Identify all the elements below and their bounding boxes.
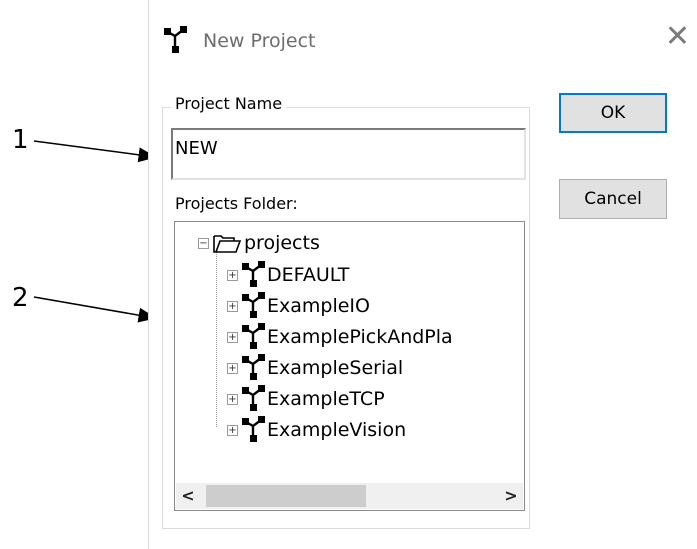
new-project-dialog: New Project ✕ Project Name NEW Projects …: [148, 0, 697, 549]
title-bar: New Project ✕: [149, 0, 697, 78]
tree-item[interactable]: + ExampleTCP: [227, 385, 385, 413]
collapse-icon[interactable]: −: [198, 237, 209, 249]
projects-folder-label: Projects Folder:: [175, 194, 298, 213]
dialog-title: New Project: [203, 30, 316, 52]
arrow-1: [33, 140, 157, 163]
callout-1: 1: [12, 125, 29, 155]
group-label: Project Name: [171, 94, 287, 113]
project-name-input[interactable]: NEW: [171, 128, 526, 180]
tree-root-label: projects: [244, 232, 320, 254]
expand-icon[interactable]: +: [227, 331, 238, 343]
tree-item[interactable]: + ExampleSerial: [227, 354, 403, 382]
project-network-icon: [242, 354, 265, 380]
tree-connector: [216, 249, 217, 427]
project-network-icon: [242, 416, 265, 442]
tree-item[interactable]: + ExampleIO: [227, 292, 370, 320]
project-network-icon: [242, 261, 265, 287]
projects-folder-tree[interactable]: − projects + DEFAULT + ExampleIO + Examp…: [174, 221, 525, 511]
expand-icon[interactable]: +: [227, 362, 238, 374]
tree-item[interactable]: + ExampleVision: [227, 416, 406, 444]
project-network-icon: [242, 385, 265, 411]
horizontal-scrollbar[interactable]: < >: [176, 483, 523, 509]
tree-item-label: ExampleIO: [267, 295, 370, 317]
tree-item-label: ExamplePickAndPla: [267, 326, 453, 348]
expand-icon[interactable]: +: [227, 393, 238, 405]
arrow-2: [33, 296, 157, 323]
tree-root-row[interactable]: − projects: [198, 229, 320, 257]
folder-open-icon: [213, 235, 242, 253]
tree-item-label: ExampleSerial: [267, 357, 404, 379]
project-network-icon: [242, 292, 265, 318]
expand-icon[interactable]: +: [227, 300, 238, 312]
close-icon[interactable]: ✕: [665, 22, 690, 52]
project-network-icon: [242, 323, 265, 349]
cancel-button[interactable]: Cancel: [559, 179, 667, 219]
expand-icon[interactable]: +: [227, 424, 238, 436]
tree-item[interactable]: + ExamplePickAndPla: [227, 323, 453, 351]
scroll-thumb[interactable]: [206, 485, 366, 507]
tree-item[interactable]: + DEFAULT: [227, 261, 349, 289]
ok-button[interactable]: OK: [559, 93, 667, 133]
tree-item-label: ExampleVision: [267, 419, 407, 441]
callout-2: 2: [12, 283, 29, 313]
tree-item-label: DEFAULT: [267, 264, 350, 286]
scroll-left-icon[interactable]: <: [176, 483, 200, 509]
scroll-right-icon[interactable]: >: [499, 483, 523, 509]
project-network-icon: [164, 26, 187, 53]
tree-item-label: ExampleTCP: [267, 388, 385, 410]
expand-icon[interactable]: +: [227, 269, 238, 281]
